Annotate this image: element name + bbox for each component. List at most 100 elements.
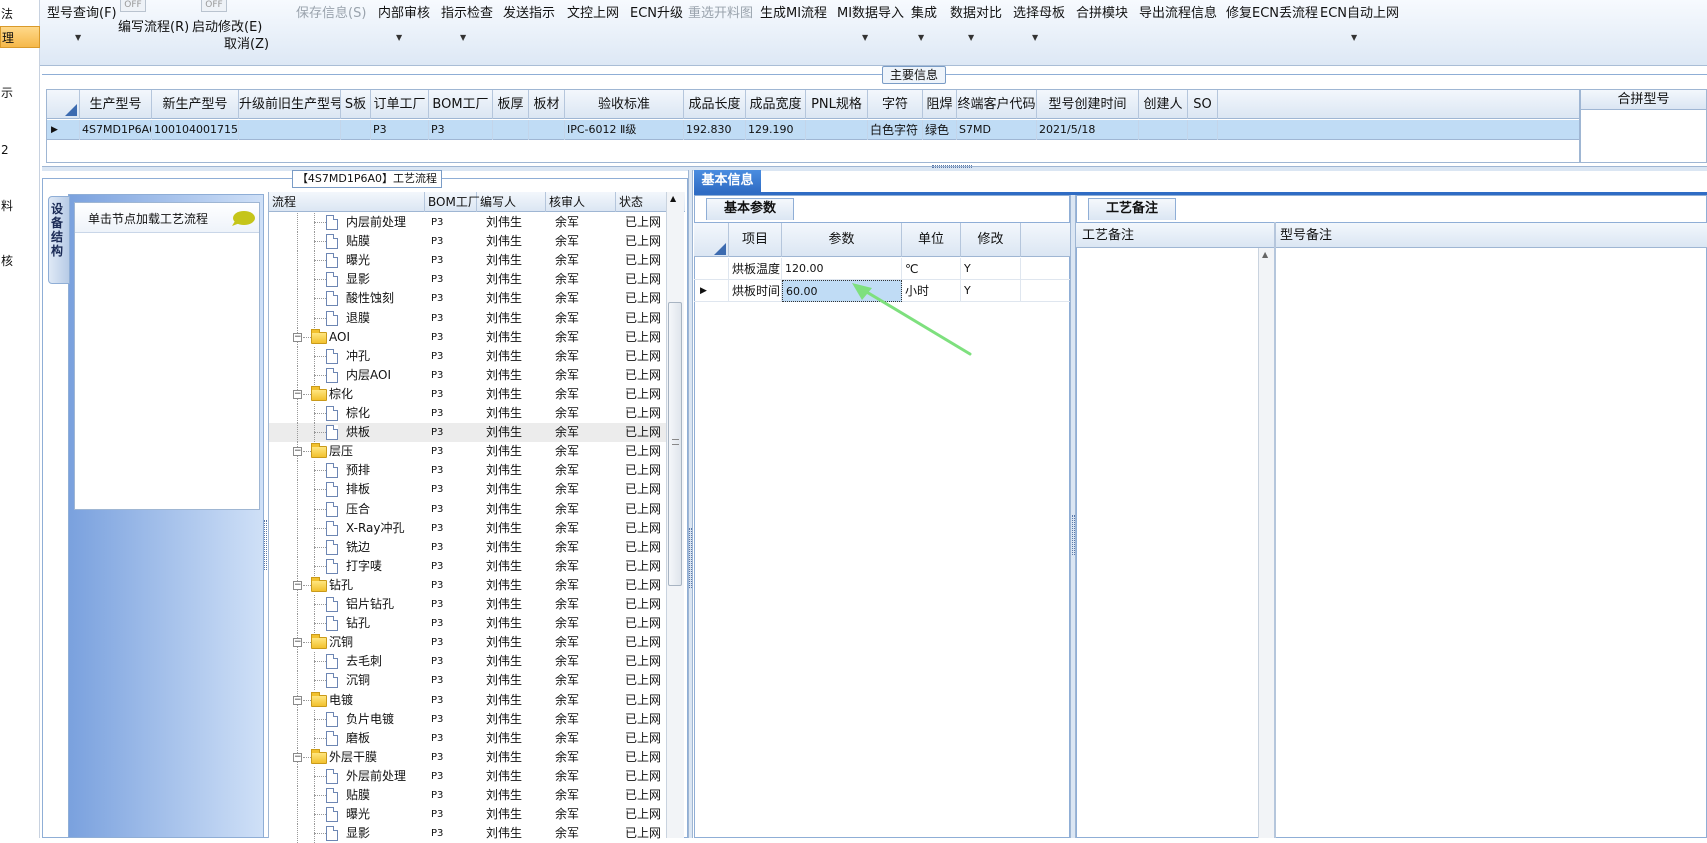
main-col-header[interactable]: 成品宽度	[746, 90, 806, 119]
main-cell[interactable]: P3	[429, 120, 493, 140]
generate-mi-button[interactable]: 生成MI流程	[760, 2, 827, 21]
scroll-up-icon[interactable]: ▲	[1262, 250, 1268, 259]
merge-module-button[interactable]: 合拼模块	[1076, 2, 1128, 21]
param-col-unit[interactable]: 单位	[902, 223, 961, 257]
main-col-header[interactable]: 字符	[868, 90, 923, 119]
tree-row[interactable]: 预排 P3 刘伟生 余军 已上网	[269, 461, 675, 481]
param-row[interactable]: 烘板温度 120.00 ℃ Y	[694, 258, 1070, 280]
process-remark-textarea[interactable]	[1080, 250, 1256, 834]
collapse-icon[interactable]: −	[293, 638, 302, 648]
sidebar-item[interactable]: 法	[0, 3, 40, 25]
tree-row[interactable]: 显影 P3 刘伟生 余军 已上网	[269, 270, 675, 290]
main-col-header[interactable]: 升级前旧生产型号	[239, 90, 341, 119]
tree-row[interactable]: − 电镀 P3 刘伟生 余军 已上网	[269, 690, 675, 710]
tree-row[interactable]: 曝光 P3 刘伟生 余军 已上网	[269, 805, 675, 825]
send-instruction-button[interactable]: 发送指示	[503, 2, 555, 21]
main-cell[interactable]: 4S7MD1P6A0	[80, 120, 152, 140]
tree-row[interactable]: 冲孔 P3 刘伟生 余军 已上网	[269, 346, 675, 366]
main-cell[interactable]	[1139, 120, 1188, 140]
tree-row[interactable]: 内层前处理 P3 刘伟生 余军 已上网	[269, 213, 675, 232]
tree-row[interactable]: − 钻孔 P3 刘伟生 余军 已上网	[269, 575, 675, 595]
internal-review-button[interactable]: 内部审核	[378, 2, 430, 21]
ecn-auto-online-button[interactable]: ECN自动上网	[1320, 2, 1399, 21]
main-col-header[interactable]: 生产型号	[80, 90, 152, 119]
internal-review-dropdown-icon[interactable]: ▼	[396, 33, 402, 42]
tab-basic-info[interactable]: 基本信息	[694, 170, 761, 192]
tree-row[interactable]: 酸性蚀刻 P3 刘伟生 余军 已上网	[269, 289, 675, 309]
main-cell[interactable]	[239, 120, 341, 140]
save-info-button[interactable]: 保存信息(S)	[296, 2, 366, 21]
instruction-check-dropdown-icon[interactable]: ▼	[460, 33, 466, 42]
main-col-header[interactable]: 验收标准	[565, 90, 684, 119]
main-cell[interactable]	[1188, 120, 1218, 140]
tree-row[interactable]: 贴膜 P3 刘伟生 余军 已上网	[269, 232, 675, 252]
tab-process-remark[interactable]: 工艺备注	[1088, 198, 1176, 220]
main-cell[interactable]: 129.190	[746, 120, 806, 140]
tree-row[interactable]: 外层前处理 P3 刘伟生 余军 已上网	[269, 766, 675, 786]
main-col-header[interactable]: 成品长度	[684, 90, 746, 119]
tree-row[interactable]: 压合 P3 刘伟生 余军 已上网	[269, 499, 675, 519]
data-compare-dropdown-icon[interactable]: ▼	[968, 33, 974, 42]
main-col-header[interactable]: 新生产型号	[152, 90, 239, 119]
tree-row[interactable]: 铣边 P3 刘伟生 余军 已上网	[269, 537, 675, 557]
main-cell[interactable]: 白色字符	[868, 120, 923, 140]
write-toggle[interactable]: OFF	[120, 0, 146, 12]
tree-row[interactable]: 去毛刺 P3 刘伟生 余军 已上网	[269, 652, 675, 672]
tree-row[interactable]: 曝光 P3 刘伟生 余军 已上网	[269, 251, 675, 271]
tree-row[interactable]: − 层压 P3 刘伟生 余军 已上网	[269, 442, 675, 462]
main-cell[interactable]: 10010400171514	[152, 120, 239, 140]
tree-row[interactable]: − 沉铜 P3 刘伟生 余军 已上网	[269, 633, 675, 653]
doc-control-online-button[interactable]: 文控上网	[567, 2, 619, 21]
tree-row[interactable]: 磨板 P3 刘伟生 余军 已上网	[269, 728, 675, 748]
param-col-item[interactable]: 项目	[729, 223, 782, 257]
process-tree-scroll-thumb[interactable]	[668, 302, 682, 586]
tree-row[interactable]: 负片电镀 P3 刘伟生 余军 已上网	[269, 709, 675, 729]
mi-import-button[interactable]: MI数据导入	[837, 2, 904, 21]
tree-row[interactable]: 钻孔 P3 刘伟生 余军 已上网	[269, 614, 675, 634]
main-cell[interactable]	[493, 120, 529, 140]
tree-row[interactable]: 打字唛 P3 刘伟生 余军 已上网	[269, 556, 675, 576]
sidebar-item[interactable]: 理	[0, 26, 40, 48]
mi-import-dropdown-icon[interactable]: ▼	[862, 33, 868, 42]
tree-row[interactable]: 贴膜 P3 刘伟生 余军 已上网	[269, 786, 675, 805]
main-cell[interactable]: 192.830	[684, 120, 746, 140]
param-value[interactable]: 120.00	[782, 258, 902, 280]
model-remark-textarea[interactable]	[1280, 250, 1703, 834]
main-col-header[interactable]: 终端客户代码	[957, 90, 1037, 119]
collapse-icon[interactable]: −	[293, 695, 302, 705]
grid-corner[interactable]	[47, 90, 80, 119]
vertical-splitter-left[interactable]	[688, 170, 693, 838]
model-query-dropdown-icon[interactable]: ▼	[75, 33, 81, 42]
tree-row[interactable]: − 外层干膜 P3 刘伟生 余军 已上网	[269, 747, 675, 767]
tree-row[interactable]: 铝片钻孔 P3 刘伟生 余军 已上网	[269, 595, 675, 614]
tree-col-header[interactable]: 编写人	[477, 192, 546, 212]
fix-ecn-lost-button[interactable]: 修复ECN丢流程	[1226, 2, 1318, 21]
main-info-row[interactable]: ▶ 4S7MD1P6A010010400171514 P3P3 IPC-6012 Ⅱ…	[47, 120, 1579, 140]
main-col-header[interactable]: 板材	[529, 90, 565, 119]
param-col-modify[interactable]: 修改	[961, 223, 1021, 257]
structure-card-header[interactable]: 单击节点加载工艺流程	[75, 203, 259, 233]
tree-row[interactable]: 烘板 P3 刘伟生 余军 已上网	[269, 423, 675, 443]
collapse-icon[interactable]: −	[293, 332, 302, 342]
write-process-button[interactable]: 编写流程(R)	[118, 16, 189, 35]
tree-row[interactable]: − AOI P3 刘伟生 余军 已上网	[269, 327, 675, 347]
tree-row[interactable]: 排板 P3 刘伟生 余军 已上网	[269, 480, 675, 500]
select-mother-board-button[interactable]: 选择母板	[1013, 2, 1065, 21]
tree-row[interactable]: 显影 P3 刘伟生 余军 已上网	[269, 824, 675, 843]
sidebar-item[interactable]: 料	[0, 195, 40, 217]
sidebar-item[interactable]: 核	[0, 250, 40, 272]
param-col-value[interactable]: 参数	[782, 223, 902, 257]
scroll-up-icon[interactable]: ▲	[670, 194, 676, 203]
splitter-grip-icon[interactable]	[689, 528, 692, 588]
main-col-header[interactable]: 阻焊	[923, 90, 957, 119]
main-col-header[interactable]: 板厚	[493, 90, 529, 119]
main-col-header[interactable]: PNL规格	[806, 90, 868, 119]
process-remark-scrollbar[interactable]: ▲	[1258, 248, 1274, 838]
sidebar-item[interactable]: 2	[0, 139, 40, 161]
collapse-icon[interactable]: −	[293, 752, 302, 762]
main-cell[interactable]: IPC-6012 Ⅱ级	[565, 120, 684, 140]
export-process-button[interactable]: 导出流程信息	[1139, 2, 1217, 21]
main-col-header[interactable]: 型号创建时间	[1037, 90, 1139, 119]
ecn-upgrade-button[interactable]: ECN升级	[630, 2, 683, 21]
instruction-check-button[interactable]: 指示检查	[441, 2, 493, 21]
